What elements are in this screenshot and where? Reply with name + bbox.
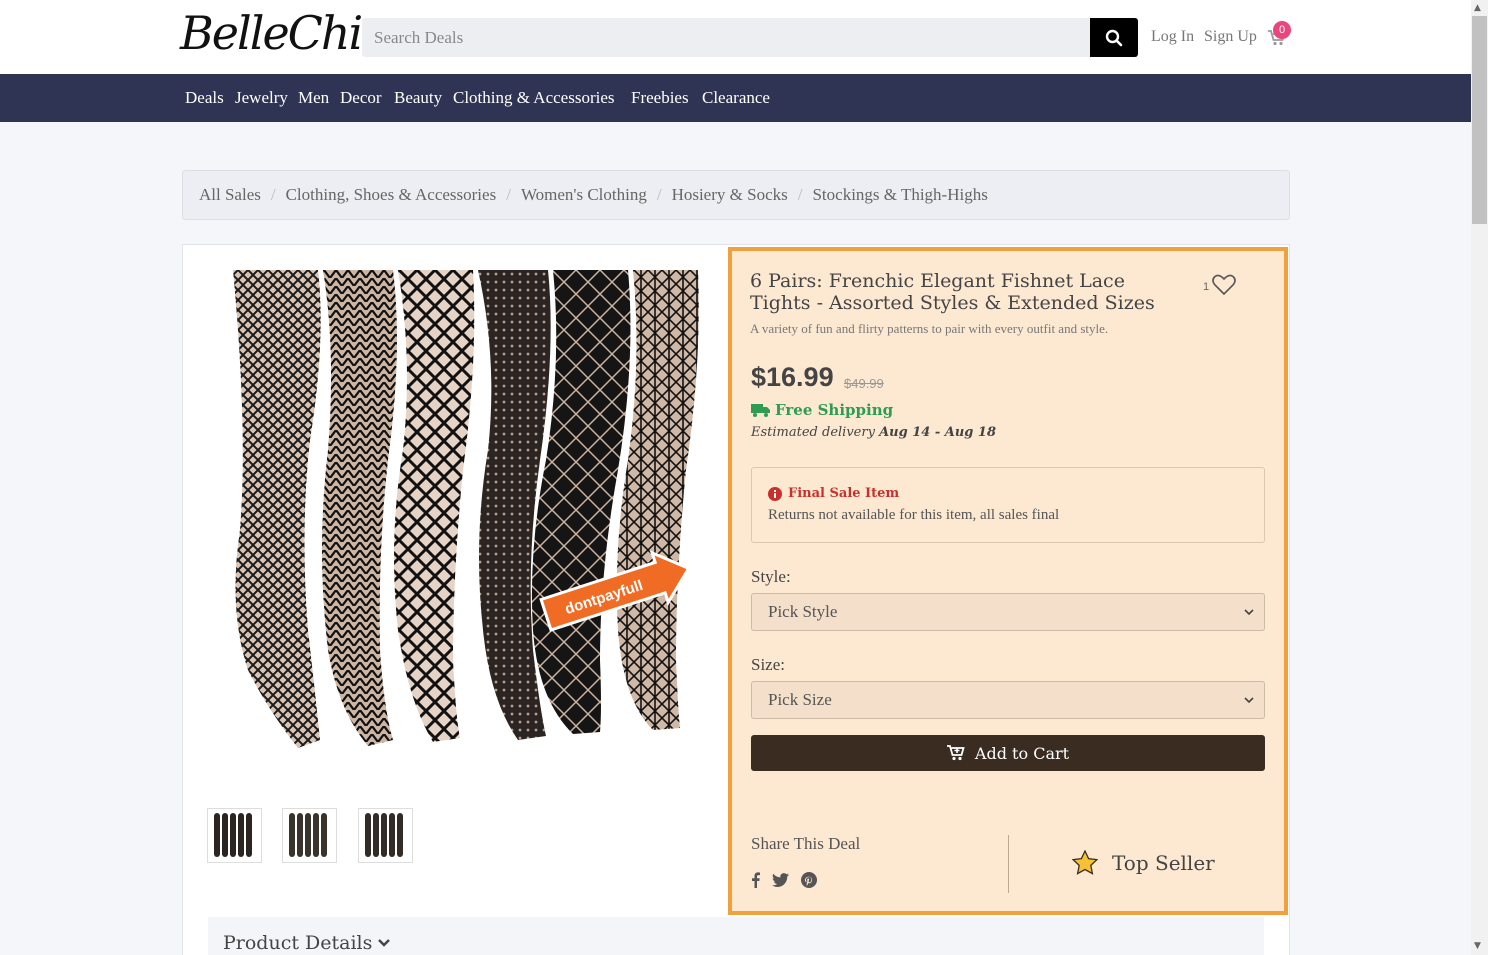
scrollbar-thumb[interactable] [1472,16,1487,224]
pinterest-icon[interactable] [801,872,817,888]
style-select-value: Pick Style [768,602,838,621]
chevron-down-icon [1244,696,1254,703]
shipping-text: Free Shipping [775,401,894,419]
cart-plus-icon [946,745,965,761]
product-thumbnail[interactable] [358,808,413,863]
estimated-delivery: Estimated delivery Aug 14 - Aug 18 [751,425,996,440]
breadcrumb-item[interactable]: All Sales [199,185,261,205]
breadcrumb-item[interactable]: Stockings & Thigh-Highs [812,185,987,205]
original-price: $49.99 [844,376,884,391]
chevron-down-icon [1244,608,1254,615]
favorite-count: 1 [1203,281,1210,293]
search-button[interactable] [1090,18,1138,57]
breadcrumb-item[interactable]: Clothing, Shoes & Accessories [286,185,497,205]
final-sale-text: Returns not available for this item, all… [768,507,1060,523]
login-link[interactable]: Log In [1151,28,1194,46]
nav-item-deals[interactable]: Deals [185,88,224,108]
breadcrumb-item[interactable]: Hosiery & Socks [672,185,788,205]
product-thumbnail[interactable] [282,808,337,863]
top-seller-badge: Top Seller [1072,850,1215,875]
scroll-down-arrow-icon[interactable]: ▼ [1474,941,1481,951]
star-icon [1072,850,1098,875]
favorite-button[interactable] [1212,274,1236,300]
free-shipping-label: Free Shipping [751,401,893,419]
top-seller-text: Top Seller [1112,850,1215,875]
product-subtitle: A variety of fun and flirty patterns to … [750,321,1109,336]
style-select[interactable]: Pick Style [751,593,1265,631]
delivery-dates: Aug 14 - Aug 18 [879,425,996,440]
product-details-label: Product Details [223,932,373,954]
twitter-icon[interactable] [772,873,789,887]
product-thumbnail[interactable] [207,808,262,863]
final-sale-title: Final Sale Item [768,486,899,501]
cart-count-badge: 0 [1273,21,1291,39]
chevron-down-icon [378,939,391,947]
sale-price: $16.99 [751,362,834,392]
share-label: Share This Deal [751,834,861,853]
panel-divider [1008,835,1009,893]
product-image[interactable]: dontpayfull [228,270,700,748]
nav-item-clearance[interactable]: Clearance [702,88,770,108]
nav-item-men[interactable]: Men [298,88,329,108]
add-to-cart-label: Add to Cart [974,743,1070,763]
nav-item-beauty[interactable]: Beauty [394,88,442,108]
final-sale-notice [751,467,1265,543]
scroll-up-arrow-icon[interactable]: ▲ [1474,3,1481,13]
product-title: 6 Pairs: Frenchic Elegant Fishnet Lace T… [750,270,1155,314]
info-icon [768,486,782,501]
nav-item-clothing[interactable]: Clothing & Accessories [453,88,614,108]
breadcrumb: All Sales / Clothing, Shoes & Accessories… [182,170,1290,220]
nav-item-freebies[interactable]: Freebies [631,88,689,108]
add-to-cart-button[interactable]: Add to Cart [751,735,1265,771]
signup-link[interactable]: Sign Up [1204,28,1257,46]
breadcrumb-item[interactable]: Women's Clothing [521,185,647,205]
size-select[interactable]: Pick Size [751,681,1265,719]
size-select-value: Pick Size [768,690,832,709]
final-sale-title-text: Final Sale Item [788,486,900,501]
size-label: Size: [751,655,785,674]
search-input[interactable]: Search Deals [362,18,1090,57]
share-buttons [751,872,817,888]
purchase-panel [728,247,1288,915]
product-details-toggle[interactable]: Product Details [223,932,391,954]
style-label: Style: [751,567,791,586]
search-icon [1105,29,1123,46]
nav-item-jewelry[interactable]: Jewelry [235,88,288,108]
heart-icon [1212,274,1236,296]
truck-icon [751,404,770,417]
site-logo[interactable]: BelleChic [180,6,387,60]
delivery-prefix: Estimated delivery [751,425,875,440]
facebook-icon[interactable] [751,872,760,888]
nav-item-decor[interactable]: Decor [340,88,382,108]
